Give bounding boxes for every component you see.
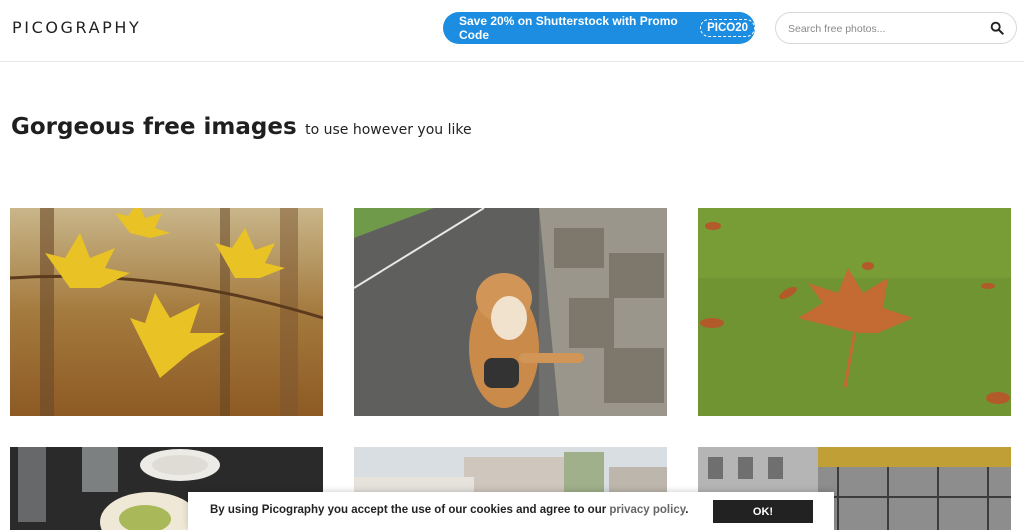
cookie-text: By using Picography you accept the use o… [210,504,607,516]
cookie-text-suffix: . [685,504,689,516]
photo-leaf-on-grass-image [698,208,1011,416]
site-header: PICOGRAPHY Save 20% on Shutterstock with… [0,0,1024,62]
privacy-policy-link[interactable]: privacy policy [609,504,685,516]
promo-banner-button[interactable]: Save 20% on Shutterstock with Promo Code… [443,12,755,44]
headline-subtitle: to use however you like [305,122,472,138]
search-box [775,12,1017,44]
photo-leaf-on-grass[interactable] [698,208,1011,416]
photo-yellow-leaves-image [10,208,323,416]
cookie-banner: By using Picography you accept the use o… [188,492,834,530]
site-logo[interactable]: PICOGRAPHY [12,18,141,37]
cookie-message: By using Picography you accept the use o… [210,504,688,516]
page-headline: Gorgeous free images to use however you … [11,114,472,140]
cookie-accept-button[interactable]: OK! [713,500,813,523]
promo-code-badge: PICO20 [700,19,755,37]
headline-title: Gorgeous free images [11,114,297,140]
search-input[interactable] [788,20,978,38]
photo-shiba-dog-image [354,208,667,416]
photo-shiba-dog[interactable] [354,208,667,416]
search-icon[interactable] [990,21,1004,35]
promo-text: Save 20% on Shutterstock with Promo Code [459,14,678,42]
photo-yellow-leaves[interactable] [10,208,323,416]
